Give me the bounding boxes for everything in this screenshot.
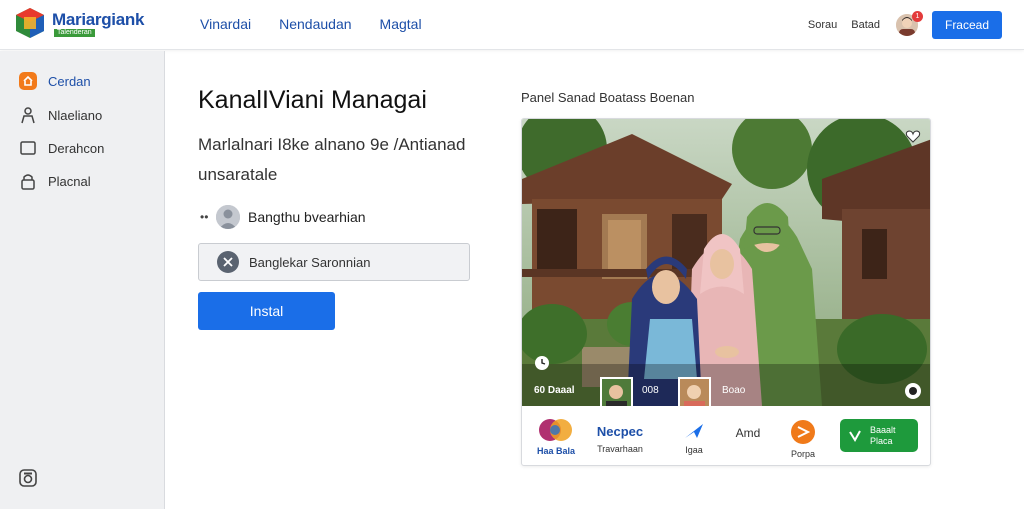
- check-icon: [849, 430, 861, 442]
- photo-caption-left: 60 Daaal: [534, 385, 575, 396]
- action-item-subtitle: Travarhaan: [597, 444, 643, 454]
- green-action-button[interactable]: Baaalt Placa: [840, 419, 918, 452]
- page-title: KanalIViani Managai: [198, 86, 427, 114]
- nav-link-2[interactable]: Nendaudan: [279, 16, 351, 32]
- field-value: Banglekar Saronnian: [249, 254, 371, 270]
- user-avatar[interactable]: 1: [896, 11, 923, 36]
- colorful-logo-icon: [539, 419, 572, 441]
- user-name: Bangthu bvearhian: [248, 209, 366, 225]
- nav-link-3[interactable]: Magtal: [380, 16, 422, 32]
- notification-badge: 1: [912, 11, 923, 22]
- nav-link-1[interactable]: Vinardai: [200, 16, 251, 32]
- action-item-5[interactable]: Porpa: [786, 419, 820, 459]
- action-item-2[interactable]: Necpec Travarhaan: [584, 424, 656, 454]
- family-photo[interactable]: 60 Daaal 008 Boao: [522, 119, 930, 406]
- sidebar-item-2[interactable]: Nlaeliano: [18, 105, 102, 125]
- user-avatar-icon: [216, 205, 240, 229]
- more-dots-icon[interactable]: ••: [200, 210, 216, 224]
- action-item-1[interactable]: Haa Bala: [534, 416, 578, 456]
- sidebar-item-4[interactable]: Placnal: [18, 171, 91, 191]
- camera-icon[interactable]: [18, 468, 38, 488]
- action-item-label: Igaa: [685, 445, 703, 455]
- selected-option-field[interactable]: Banglekar Saronnian: [198, 243, 470, 281]
- photo-caption-right: Boao: [722, 385, 746, 396]
- sidebar-item-label: Placnal: [48, 173, 91, 189]
- action-item-label: Porpa: [790, 449, 816, 459]
- clock-icon: [535, 356, 549, 370]
- send-icon: [685, 424, 703, 438]
- action-item-label: Haa Bala: [536, 446, 576, 456]
- brand-name[interactable]: Mariargiank: [52, 10, 144, 30]
- home-icon: [18, 71, 38, 91]
- brand-tagline: Talenderan: [54, 29, 95, 37]
- user-icon: [18, 105, 38, 125]
- header-actions: Sorau Batad 1 Fracead: [808, 11, 1002, 39]
- header-link-1[interactable]: Sorau: [808, 19, 837, 31]
- green-button-label: Baaalt Placa: [870, 425, 896, 447]
- view-icon[interactable]: [904, 382, 922, 400]
- tools-icon: [217, 251, 239, 273]
- person-thumbnail-icon: [680, 379, 709, 406]
- thumbnail-2[interactable]: [678, 377, 711, 406]
- family-photo-image: [522, 119, 930, 406]
- green-button-line-1: Baaalt: [870, 424, 896, 435]
- app-window: Mariargiank Talenderan Vinardai Nendauda…: [0, 0, 1024, 512]
- action-item-title: Necpec: [596, 424, 644, 439]
- sidebar-item-label: Cerdan: [48, 73, 91, 89]
- action-item-3[interactable]: Igaa: [676, 422, 712, 455]
- panel-title: Panel Sanad Boatass Boenan: [521, 90, 695, 105]
- action-bar: Haa Bala Necpec Travarhaan Igaa Amd Porp…: [522, 406, 930, 465]
- favorite-icon[interactable]: [904, 127, 922, 145]
- brand-logo-icon[interactable]: [14, 6, 46, 40]
- window-icon: [18, 138, 38, 158]
- header-link-2[interactable]: Batad: [851, 19, 880, 31]
- thumbnail-1[interactable]: [600, 377, 633, 406]
- action-item-4[interactable]: Amd: [728, 426, 768, 440]
- sidebar: Cerdan Nlaeliano Derahcon Placnal: [0, 51, 165, 509]
- sidebar-item-label: Nlaeliano: [48, 107, 103, 123]
- sidebar-item-3[interactable]: Derahcon: [18, 138, 104, 158]
- person-thumbnail-icon: [602, 379, 631, 406]
- user-row[interactable]: •• Bangthu bvearhian: [200, 205, 366, 229]
- sidebar-item-1[interactable]: Cerdan: [18, 71, 91, 91]
- lock-icon: [18, 171, 38, 191]
- sidebar-item-label: Derahcon: [48, 140, 105, 156]
- install-button[interactable]: Instal: [198, 292, 335, 330]
- page-subtitle: Marlalnari I8ke alnano 9e /Antianad unsa…: [198, 135, 466, 184]
- main-nav: Vinardai Nendaudan Magtal: [200, 16, 422, 32]
- photo-caption-mid: 008: [642, 385, 659, 396]
- header-primary-button[interactable]: Fracead: [932, 11, 1002, 39]
- media-panel: 60 Daaal 008 Boao Haa Bala Necpec Travar…: [521, 118, 931, 466]
- top-header: Mariargiank Talenderan Vinardai Nendauda…: [0, 0, 1024, 50]
- orange-app-icon: [791, 420, 815, 444]
- green-button-line-2: Placa: [870, 435, 893, 446]
